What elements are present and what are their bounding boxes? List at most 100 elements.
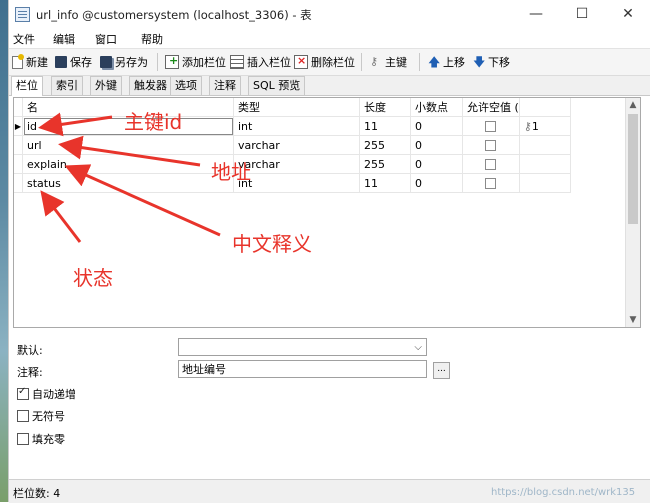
cell-length[interactable]: 11	[359, 116, 411, 136]
cell-name[interactable]: explain	[22, 154, 234, 174]
nullable-checkbox[interactable]	[485, 140, 497, 151]
cell-key[interactable]	[519, 154, 571, 174]
header-length[interactable]: 长度	[359, 98, 411, 117]
toolbar: 新建 保存 另存为 + 添加栏位 插入栏位 × 删除栏位 ⚷ 主键 🡅 上移 🡇…	[9, 48, 650, 76]
scroll-thumb[interactable]	[628, 114, 638, 224]
save-as-label: 另存为	[115, 56, 148, 69]
default-dropdown[interactable]: ⌵	[178, 338, 427, 356]
tab-sql-preview[interactable]: SQL 预览	[248, 76, 306, 95]
cell-decimals[interactable]: 0	[410, 135, 463, 155]
columns-grid: 名 类型 长度 小数点 允许空值 ( ▶ id int 11 0 ⚷1 url …	[13, 97, 641, 328]
add-column-button[interactable]: + 添加栏位	[165, 54, 226, 70]
cell-decimals[interactable]: 0	[410, 116, 463, 136]
delete-column-button[interactable]: × 删除栏位	[294, 54, 355, 70]
menu-window[interactable]: 窗口	[95, 31, 117, 47]
nullable-checkbox[interactable]	[485, 159, 497, 170]
zerofill-checkbox[interactable]	[17, 433, 29, 445]
menu-edit[interactable]: 编辑	[53, 31, 75, 47]
cell-length[interactable]: 11	[359, 173, 411, 193]
unsigned-option[interactable]: 无符号	[17, 408, 65, 424]
annotation-primary-key: 主键id	[124, 110, 183, 134]
key-icon: ⚷	[523, 119, 532, 133]
nullable-checkbox[interactable]	[485, 121, 497, 132]
cell-type[interactable]: int	[233, 116, 360, 136]
header-nullable[interactable]: 允许空值 (	[462, 98, 520, 117]
cell-type[interactable]: varchar	[233, 135, 360, 155]
cell-nullable[interactable]	[462, 173, 520, 193]
insert-column-label: 插入栏位	[247, 56, 291, 69]
save-button[interactable]: 保存	[55, 54, 92, 70]
scroll-down-arrow[interactable]: ▼	[626, 313, 640, 327]
toolbar-separator	[419, 53, 420, 71]
save-as-button[interactable]: 另存为	[100, 54, 148, 70]
tab-triggers[interactable]: 触发器	[129, 76, 172, 95]
zerofill-option[interactable]: 填充零	[17, 431, 65, 447]
tab-foreign-keys[interactable]: 外键	[90, 76, 122, 95]
menu-bar: 文件 编辑 窗口 帮助	[9, 28, 650, 48]
new-label: 新建	[26, 56, 48, 69]
move-up-button[interactable]: 🡅 上移	[428, 54, 465, 70]
save-icon	[55, 56, 67, 68]
unsigned-checkbox[interactable]	[17, 410, 29, 422]
cell-nullable[interactable]	[462, 116, 520, 136]
menu-help[interactable]: 帮助	[141, 31, 163, 47]
scroll-up-arrow[interactable]: ▲	[626, 98, 640, 112]
auto-increment-checkbox[interactable]	[17, 386, 29, 400]
zerofill-label: 填充零	[32, 433, 65, 446]
key-icon: ⚷	[370, 55, 379, 68]
tab-indexes[interactable]: 索引	[51, 76, 83, 95]
comment-label: 注释:	[17, 366, 43, 379]
tab-comment[interactable]: 注释	[209, 76, 241, 95]
table-row[interactable]: ▶ id int 11 0 ⚷1	[14, 116, 571, 136]
columns-table: 名 类型 长度 小数点 允许空值 ( ▶ id int 11 0 ⚷1 url …	[14, 98, 571, 193]
watermark-text: https://blog.csdn.net/wrk135	[491, 487, 636, 498]
unsigned-label: 无符号	[32, 410, 65, 423]
cell-key[interactable]: ⚷1	[519, 116, 571, 136]
primary-key-label: 主键	[385, 56, 407, 69]
header-decimals[interactable]: 小数点	[410, 98, 463, 117]
cell-length[interactable]: 255	[359, 135, 411, 155]
toolbar-separator	[361, 53, 362, 71]
minimize-button[interactable]: —	[513, 4, 559, 24]
row-indicator-header	[14, 98, 23, 117]
comment-field[interactable]: 地址编号	[178, 360, 427, 378]
row-indicator	[14, 173, 23, 193]
new-button[interactable]: 新建	[12, 53, 48, 70]
cell-name[interactable]: url	[22, 135, 234, 155]
auto-increment-option[interactable]: 自动递增	[17, 386, 76, 402]
cell-name[interactable]: status	[22, 173, 234, 193]
header-type[interactable]: 类型	[233, 98, 360, 117]
cell-type[interactable]: varchar	[233, 154, 360, 174]
arrow-up-icon: 🡅	[428, 55, 441, 69]
table-row[interactable]: status int 11 0	[14, 173, 571, 193]
menu-file[interactable]: 文件	[13, 31, 35, 47]
table-row[interactable]: url varchar 255 0	[14, 135, 571, 155]
header-key[interactable]	[519, 98, 571, 117]
cell-key[interactable]	[519, 135, 571, 155]
column-count: 栏位数: 4	[13, 487, 61, 500]
tab-options[interactable]: 选项	[170, 76, 202, 95]
column-properties-panel: 默认: ⌵ 注释: 地址编号 自动递增 无符号 填充零	[9, 332, 650, 478]
tab-strip: 栏位 索引 外键 触发器 选项 注释 SQL 预览	[9, 76, 650, 96]
cell-decimals[interactable]: 0	[410, 154, 463, 174]
cell-type[interactable]: int	[233, 173, 360, 193]
add-column-icon: +	[165, 54, 179, 69]
save-as-icon	[100, 56, 112, 68]
comment-edit-button[interactable]: ...	[433, 362, 450, 379]
tab-columns[interactable]: 栏位	[11, 76, 43, 96]
default-label: 默认:	[17, 344, 43, 357]
cell-key[interactable]	[519, 173, 571, 193]
grid-scrollbar[interactable]: ▲ ▼	[625, 98, 640, 327]
close-button[interactable]: ✕	[605, 4, 650, 24]
insert-column-button[interactable]: 插入栏位	[230, 54, 291, 70]
move-down-button[interactable]: 🡇 下移	[473, 54, 510, 70]
cell-nullable[interactable]	[462, 135, 520, 155]
nullable-checkbox[interactable]	[485, 178, 497, 189]
key-order: 1	[531, 119, 539, 133]
cell-length[interactable]: 255	[359, 154, 411, 174]
primary-key-button[interactable]: ⚷ 主键	[370, 54, 407, 70]
maximize-button[interactable]: ☐	[559, 4, 605, 24]
cell-nullable[interactable]	[462, 154, 520, 174]
table-row[interactable]: explain varchar 255 0	[14, 154, 571, 174]
cell-decimals[interactable]: 0	[410, 173, 463, 193]
